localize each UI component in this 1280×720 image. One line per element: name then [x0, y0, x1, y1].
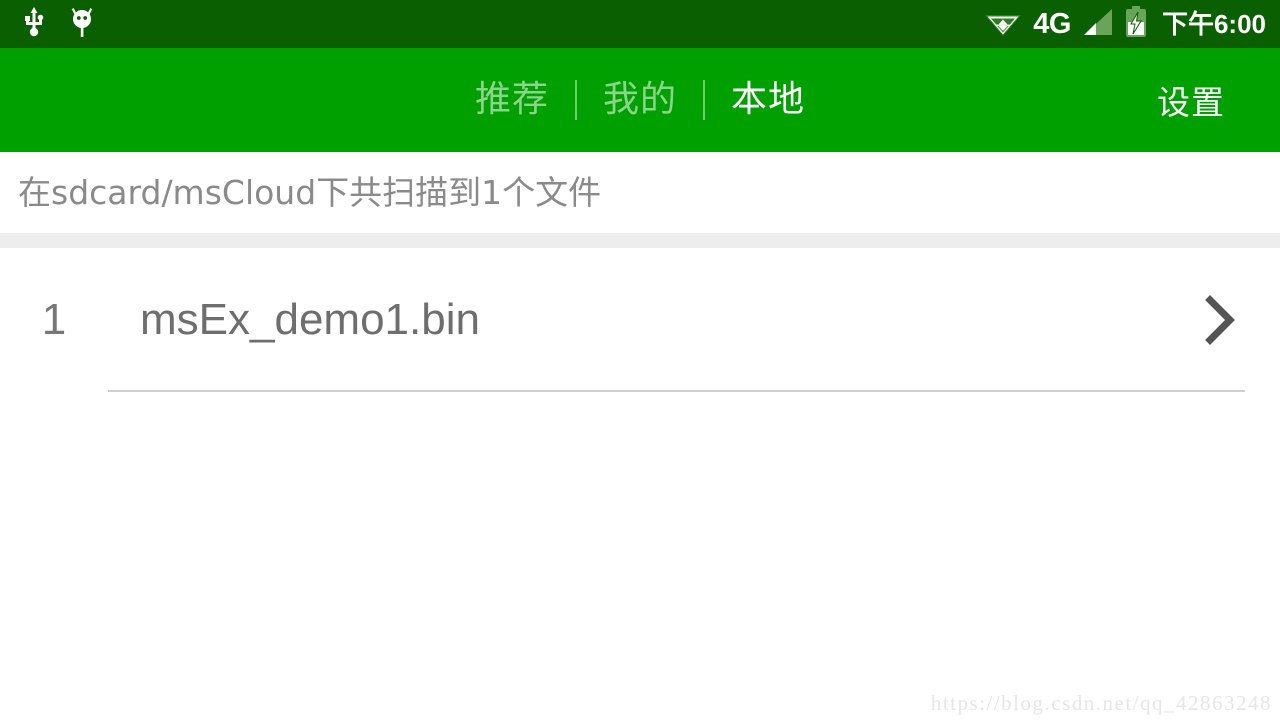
usb-icon: [22, 6, 46, 42]
status-bar: 4G 下午6:00: [0, 0, 1280, 48]
list-row-divider: [108, 390, 1245, 392]
wifi-data-icon: [982, 6, 1024, 43]
signal-bars-icon: [1080, 6, 1114, 43]
network-type-label: 4G: [1033, 7, 1071, 40]
file-list: 1 msEx_demo1.bin: [0, 248, 1280, 392]
tab-recommended[interactable]: 推荐: [449, 82, 575, 118]
android-debug-icon: [70, 6, 94, 43]
scan-status-text: 在sdcard/msCloud下共扫描到1个文件: [18, 173, 602, 212]
status-bar-left-icons: [22, 6, 94, 43]
battery-charging-icon: [1123, 5, 1149, 44]
watermark-text: https://blog.csdn.net/qq_42863248: [930, 691, 1272, 715]
scan-status-header: 在sdcard/msCloud下共扫描到1个文件: [0, 152, 1280, 233]
file-index-label: 1: [41, 295, 67, 344]
clock-label: 下午6:00: [1161, 9, 1266, 39]
tab-local[interactable]: 本地: [705, 82, 831, 118]
chevron-right-icon[interactable]: [1160, 292, 1280, 348]
tab-mine[interactable]: 我的: [577, 82, 703, 118]
android-app-screen: 4G 下午6:00 推荐 我的 本地 设置 在sdcard/msCloud下共扫…: [0, 0, 1280, 720]
section-separator: [0, 233, 1280, 248]
tab-bar: 推荐 我的 本地: [0, 48, 1280, 152]
settings-button[interactable]: 设置: [1157, 48, 1280, 152]
file-name-label: msEx_demo1.bin: [140, 295, 480, 344]
top-nav-bar: 推荐 我的 本地 设置: [0, 48, 1280, 200]
file-list-item[interactable]: 1 msEx_demo1.bin: [0, 248, 1280, 392]
status-bar-right-icons: 4G 下午6:00: [982, 5, 1266, 44]
